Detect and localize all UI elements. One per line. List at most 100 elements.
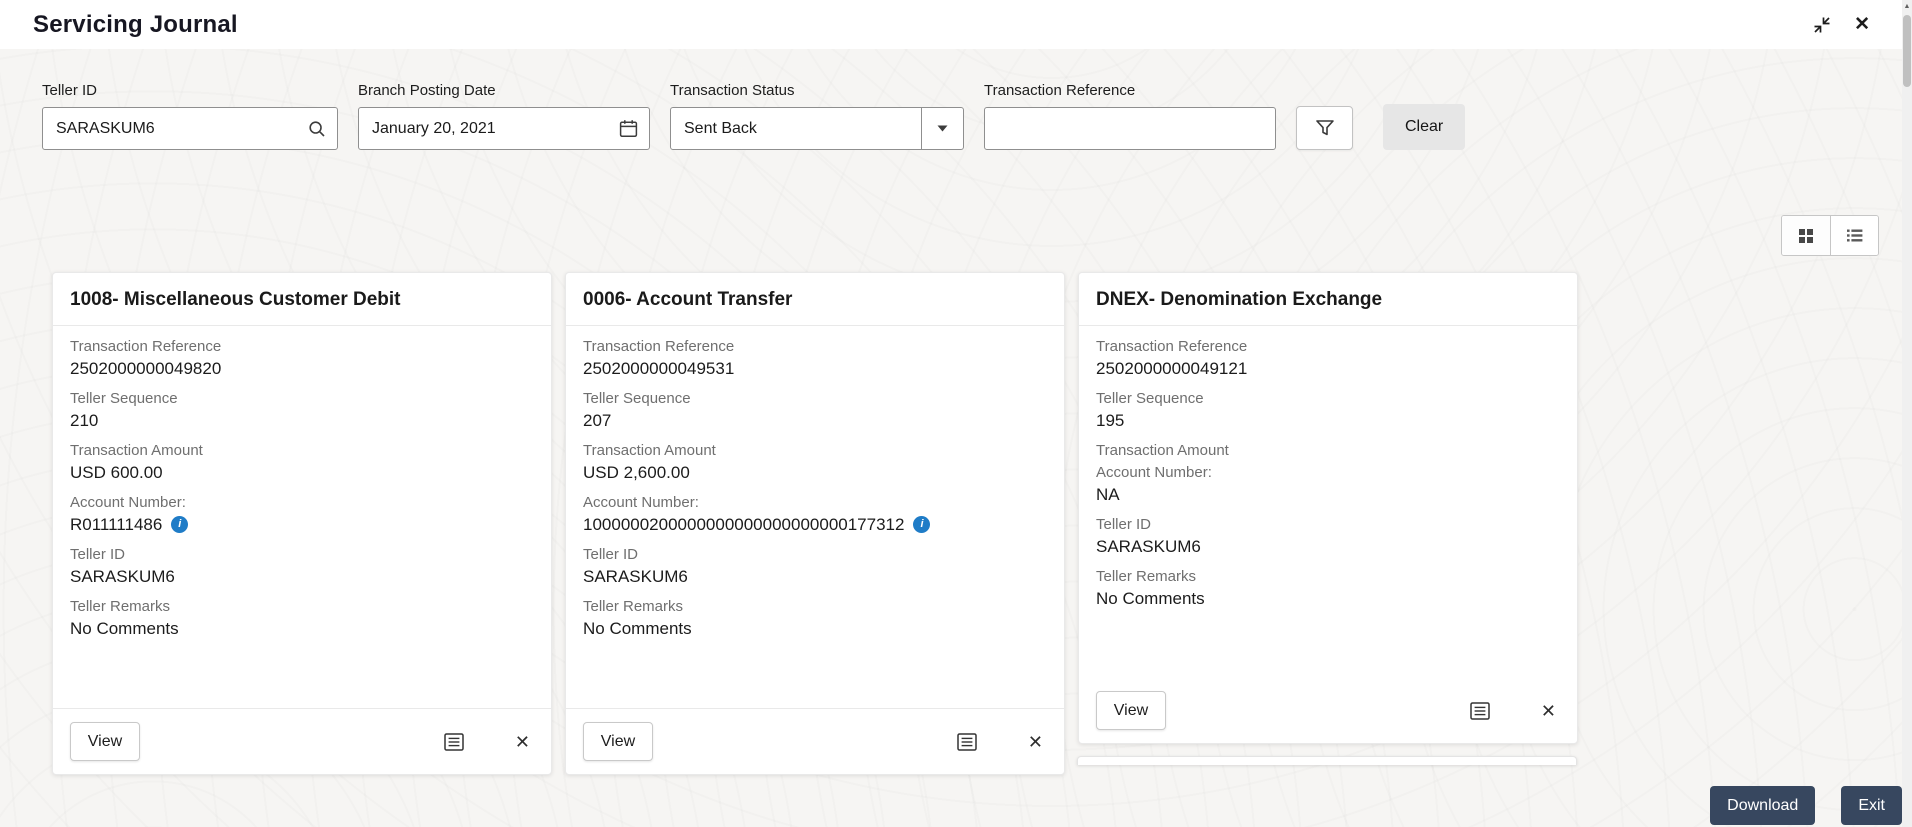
journal-icon[interactable] bbox=[1465, 697, 1495, 725]
transaction-amount-label: Transaction Amount bbox=[1096, 442, 1229, 459]
transaction-status-value: Sent Back bbox=[684, 119, 757, 137]
grid-view-icon[interactable] bbox=[1782, 216, 1830, 255]
teller-sequence-label: Teller Sequence bbox=[583, 390, 691, 407]
account-number-value: 1000000200000000000000000000177312 i bbox=[583, 513, 1047, 536]
info-icon[interactable]: i bbox=[913, 516, 931, 533]
scroll-up-icon[interactable]: ▲ bbox=[1902, 3, 1912, 10]
branch-posting-date-input-wrap bbox=[358, 107, 650, 150]
transaction-reference-input[interactable] bbox=[985, 119, 1275, 138]
teller-remarks-value: No Comments bbox=[583, 619, 692, 638]
teller-remarks-label: Teller Remarks bbox=[583, 598, 684, 615]
download-button[interactable]: Download bbox=[1710, 786, 1816, 825]
window-controls: ✕ bbox=[1812, 15, 1882, 35]
teller-id-field-group: Teller ID bbox=[42, 82, 338, 150]
teller-id-input[interactable] bbox=[43, 119, 304, 138]
teller-sequence-label: Teller Sequence bbox=[1096, 390, 1204, 407]
transaction-card: 0006- Account Transfer Transaction Refer… bbox=[565, 272, 1065, 775]
account-number-label: Account Number: bbox=[1096, 464, 1212, 481]
reject-card-icon[interactable]: ✕ bbox=[511, 729, 534, 755]
card-body: Transaction Reference 2502000000049121 Te… bbox=[1079, 326, 1577, 678]
teller-sequence-value: 210 bbox=[70, 411, 99, 430]
transaction-amount-value: USD 600.00 bbox=[70, 463, 163, 482]
transaction-status-field-group: Transaction Status Sent Back bbox=[670, 82, 964, 150]
window-header: Servicing Journal ✕ bbox=[0, 0, 1912, 49]
teller-id-value: SARASKUM6 bbox=[583, 567, 688, 586]
card-title: 0006- Account Transfer bbox=[566, 273, 1064, 326]
transaction-card: 1008- Miscellaneous Customer Debit Trans… bbox=[52, 272, 552, 775]
branch-posting-date-field-group: Branch Posting Date bbox=[358, 82, 650, 150]
transaction-reference-label: Transaction Reference bbox=[984, 82, 1136, 99]
vertical-scrollbar[interactable]: ▲ bbox=[1902, 0, 1912, 827]
reject-card-icon[interactable]: ✕ bbox=[1024, 729, 1047, 755]
transaction-cards: 1008- Miscellaneous Customer Debit Trans… bbox=[52, 272, 1591, 775]
card-title: DNEX- Denomination Exchange bbox=[1079, 273, 1577, 326]
scrollbar-thumb[interactable] bbox=[1903, 15, 1911, 87]
card-title: 1008- Miscellaneous Customer Debit bbox=[53, 273, 551, 326]
transaction-reference-value: 2502000000049121 bbox=[1096, 359, 1248, 378]
account-number-text: NA bbox=[1096, 485, 1120, 504]
transaction-card: DNEX- Denomination Exchange Transaction … bbox=[1078, 272, 1578, 744]
branch-posting-date-input[interactable] bbox=[359, 119, 615, 138]
teller-sequence-value: 195 bbox=[1096, 411, 1125, 430]
teller-remarks-label: Teller Remarks bbox=[1096, 568, 1197, 585]
exit-button[interactable]: Exit bbox=[1841, 786, 1902, 825]
transaction-reference-field-group: Transaction Reference bbox=[984, 82, 1276, 150]
transaction-reference-label: Transaction Reference bbox=[1096, 338, 1248, 355]
chevron-down-icon[interactable] bbox=[921, 108, 963, 149]
transaction-amount-value: USD 2,600.00 bbox=[583, 463, 690, 482]
bottom-action-bar: Download Exit bbox=[1710, 786, 1902, 825]
account-number-label: Account Number: bbox=[70, 494, 186, 511]
calendar-icon[interactable] bbox=[615, 119, 649, 138]
journal-icon[interactable] bbox=[439, 728, 469, 756]
collapse-icon[interactable] bbox=[1812, 15, 1832, 35]
branch-posting-date-label: Branch Posting Date bbox=[358, 82, 496, 99]
main-content: Teller ID Branch Posting Date bbox=[0, 49, 1912, 827]
teller-id-input-wrap bbox=[42, 107, 338, 150]
account-number-value: R011111486 i bbox=[70, 513, 534, 536]
info-icon[interactable]: i bbox=[171, 516, 189, 533]
transaction-reference-value: 2502000000049820 bbox=[70, 359, 222, 378]
close-icon[interactable]: ✕ bbox=[1854, 15, 1870, 34]
view-button[interactable]: View bbox=[583, 722, 653, 761]
filter-funnel-button[interactable] bbox=[1296, 106, 1353, 150]
teller-id-label: Teller ID bbox=[1096, 516, 1152, 533]
account-number-text: 1000000200000000000000000000177312 bbox=[583, 515, 905, 534]
card-footer: View ✕ bbox=[1079, 678, 1577, 743]
view-button[interactable]: View bbox=[70, 722, 140, 761]
teller-sequence-label: Teller Sequence bbox=[70, 390, 178, 407]
teller-remarks-value: No Comments bbox=[70, 619, 179, 638]
view-button[interactable]: View bbox=[1096, 691, 1166, 730]
view-toggle bbox=[1781, 215, 1879, 256]
card-body: Transaction Reference 2502000000049820 Te… bbox=[53, 326, 551, 708]
filter-bar: Teller ID Branch Posting Date bbox=[42, 82, 1466, 150]
search-icon[interactable] bbox=[304, 120, 337, 138]
servicing-journal-window: Servicing Journal ✕ Teller ID SARASKUM6 … bbox=[0, 0, 1912, 827]
teller-id-label: Teller ID bbox=[42, 82, 98, 99]
transaction-reference-input-wrap bbox=[984, 107, 1276, 150]
transaction-reference-label: Transaction Reference bbox=[70, 338, 222, 355]
teller-remarks-label: Teller Remarks bbox=[70, 598, 171, 615]
account-number-value: NA bbox=[1096, 483, 1560, 506]
transaction-reference-value: 2502000000049531 bbox=[583, 359, 735, 378]
account-number-label: Account Number: bbox=[583, 494, 699, 511]
teller-remarks-value: No Comments bbox=[1096, 589, 1205, 608]
journal-icon[interactable] bbox=[952, 728, 982, 756]
page-title: Servicing Journal bbox=[33, 10, 238, 38]
card-footer: View ✕ bbox=[53, 708, 551, 774]
transaction-status-select[interactable]: Sent Back bbox=[670, 107, 964, 150]
reject-card-icon[interactable]: ✕ bbox=[1537, 698, 1560, 724]
transaction-amount-label: Transaction Amount bbox=[583, 442, 716, 459]
transaction-status-label: Transaction Status bbox=[670, 82, 795, 99]
teller-id-label: Teller ID bbox=[70, 546, 126, 563]
card-body: Transaction Reference 2502000000049531 Te… bbox=[566, 326, 1064, 708]
teller-id-value: SARASKUM6 bbox=[70, 567, 175, 586]
transaction-reference-label: Transaction Reference bbox=[583, 338, 735, 355]
account-number-text: R011111486 bbox=[70, 515, 163, 534]
teller-id-value: SARASKUM6 bbox=[1096, 537, 1201, 556]
list-view-icon[interactable] bbox=[1830, 216, 1878, 255]
teller-id-label: Teller ID bbox=[583, 546, 639, 563]
clear-button[interactable]: Clear bbox=[1383, 104, 1466, 150]
transaction-amount-label: Transaction Amount bbox=[70, 442, 203, 459]
card-footer: View ✕ bbox=[566, 708, 1064, 774]
next-card-edge bbox=[1077, 756, 1577, 765]
